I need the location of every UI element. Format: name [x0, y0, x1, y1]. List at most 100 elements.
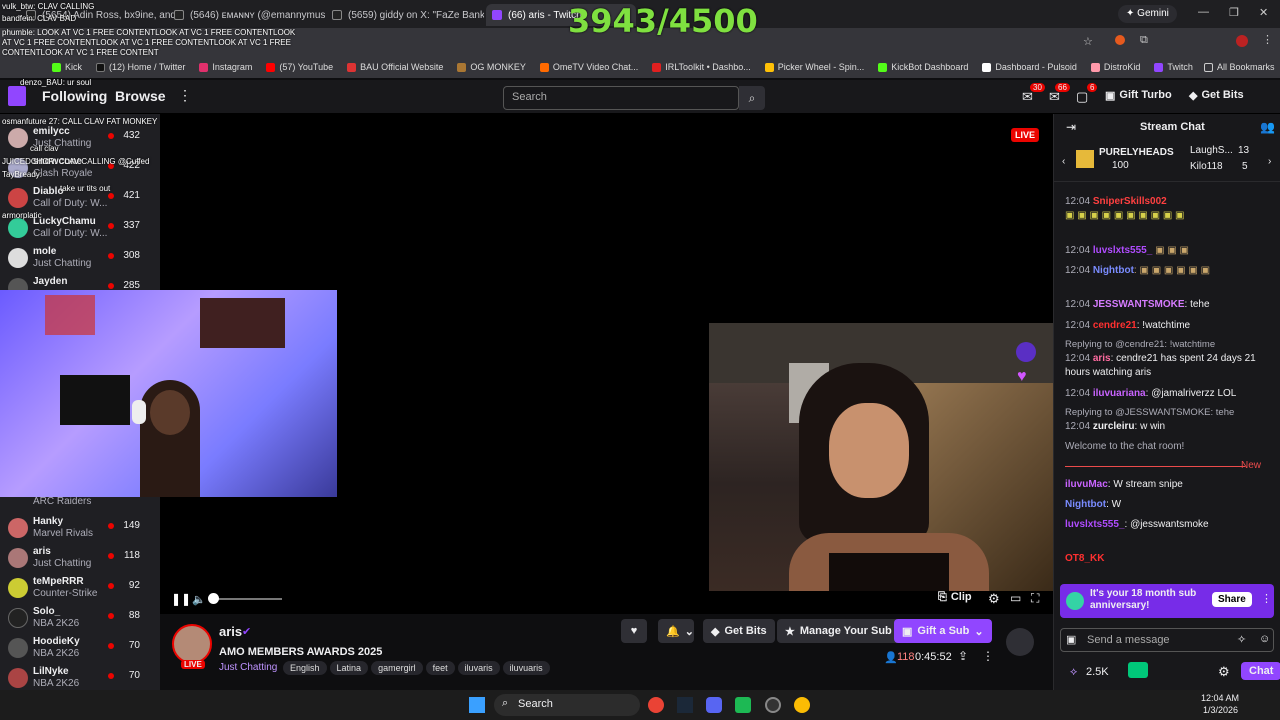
chat-settings-icon[interactable]: ⚙ [1218, 664, 1230, 680]
bookmark-kick[interactable]: Kick [52, 62, 82, 72]
browser-tab-2[interactable]: (5646) ᴇᴍᴀɴɴʏ (@emannymusic ✕ [168, 4, 326, 26]
fullscreen-icon[interactable]: ⛶ [1031, 591, 1039, 606]
chat-send-button[interactable]: Chat [1241, 662, 1280, 680]
bits-icon[interactable]: ✧ [1237, 633, 1246, 646]
message-user[interactable]: cendre21 [1093, 320, 1137, 331]
volume-icon[interactable]: 🔈 [192, 593, 206, 606]
profile-avatar[interactable] [1236, 35, 1248, 47]
bookmark-instagram[interactable]: Instagram [199, 62, 252, 72]
bookmark-pulsoid[interactable]: Dashboard - Pulsoid [982, 62, 1077, 72]
message-user[interactable]: aris [1093, 353, 1111, 364]
close-window-icon[interactable]: ✕ [1259, 6, 1268, 19]
bookmark-twitter[interactable]: (12) Home / Twitter [96, 62, 185, 72]
tag-gamergirl[interactable]: gamergirl [371, 661, 423, 675]
theatre-mode-icon[interactable]: ▭ [1010, 591, 1021, 605]
message-user[interactable]: SniperSkills002 [1093, 196, 1167, 207]
bookmark-ometv[interactable]: OmeTV Video Chat... [539, 62, 638, 72]
message-user[interactable]: JESSWANTSMOKE [1093, 299, 1185, 310]
message-user[interactable]: iluvuMac [1065, 479, 1108, 490]
windows-start-icon[interactable] [469, 697, 485, 713]
bookmark-og-monkey[interactable]: OG MONKEY [457, 62, 526, 72]
chrome-active-icon[interactable] [794, 697, 810, 713]
obs-icon[interactable] [765, 697, 781, 713]
nav-following[interactable]: Following [42, 88, 107, 104]
follow-heart-button[interactable]: ♥ [621, 619, 647, 643]
channel-points-icon[interactable]: ⟡ [1070, 666, 1077, 679]
chevron-right-icon[interactable]: › [1268, 156, 1271, 167]
chat-users-icon[interactable]: 👥 [1260, 120, 1275, 134]
extension-overlay-icon[interactable] [1016, 342, 1036, 362]
sidebar-channel[interactable]: emilycc Just Chatting 432 [0, 124, 160, 154]
sidebar-channel[interactable]: mole Just Chatting 308 [0, 244, 160, 274]
puzzle-icon[interactable]: ⧉ [1140, 34, 1148, 47]
share-icon[interactable]: ⇪ [958, 649, 968, 663]
menu-icon[interactable]: ⋮ [1262, 33, 1273, 46]
search-button[interactable]: ⌕ [739, 86, 765, 110]
notifications-bell-button[interactable]: 🔔 ⌄ [658, 619, 694, 643]
collapse-chat-icon[interactable]: ⇥ [1066, 120, 1076, 134]
sub-badge-icon[interactable] [1006, 628, 1034, 656]
twitch-logo-icon[interactable] [8, 86, 26, 106]
extension-icon[interactable] [1115, 35, 1125, 45]
claim-bonus-icon[interactable] [1128, 662, 1148, 678]
gift-turbo-button[interactable]: ▣ Gift Turbo [1105, 89, 1172, 102]
more-options-icon[interactable]: ⋮ [1261, 592, 1272, 605]
message-user[interactable]: zurcleiru [1093, 421, 1135, 432]
more-options-icon[interactable]: ⋮ [982, 649, 994, 663]
sidebar-channel[interactable]: Solo_ NBA 2K26 88 [0, 604, 160, 634]
browser-tab-3[interactable]: (5659) giddy on X: "FaZe Banks ✕ [326, 4, 484, 26]
bookmark-kickbot[interactable]: KickBot Dashboard [878, 62, 968, 72]
heart-overlay-icon[interactable]: ♥ [1017, 368, 1027, 386]
get-bits-button[interactable]: ◆ Get Bits [703, 619, 775, 643]
bookmark-twitch[interactable]: Twitch [1154, 62, 1193, 72]
bookmark-irltoolkit[interactable]: IRLToolkit • Dashbo... [652, 62, 751, 72]
clock-time[interactable]: 12:04 AM [1201, 693, 1239, 703]
steam-icon[interactable] [677, 697, 693, 713]
tag-english[interactable]: English [283, 661, 327, 675]
maximize-icon[interactable]: ❐ [1229, 6, 1239, 19]
message-user[interactable]: Nightbot [1065, 499, 1106, 510]
message-user[interactable]: OT8_KK [1065, 553, 1104, 564]
nav-browse[interactable]: Browse [115, 88, 166, 104]
tag-iluvuaris[interactable]: iluvuaris [502, 661, 550, 675]
sidebar-channel[interactable]: teMpeRRR Counter-Strike 92 [0, 574, 160, 604]
get-bits-nav-button[interactable]: ◆ Get Bits [1189, 89, 1244, 102]
search-input[interactable]: Search [503, 86, 739, 110]
streamer-name[interactable]: aris [219, 624, 242, 639]
volume-slider-handle[interactable] [208, 593, 219, 604]
share-button[interactable]: Share [1212, 592, 1252, 607]
emoji-icon[interactable]: ☺ [1259, 633, 1270, 645]
chrome-icon[interactable] [648, 697, 664, 713]
gemini-button[interactable]: ✦ Gemini [1118, 5, 1177, 23]
notifications-icon[interactable]: ▢ [1076, 89, 1088, 105]
stream-category[interactable]: Just Chatting [219, 662, 277, 673]
all-bookmarks[interactable]: All Bookmarks [1204, 62, 1275, 72]
bookmark-bau[interactable]: BAU Official Website [347, 62, 443, 72]
message-user[interactable]: iluvuariana [1093, 388, 1146, 399]
message-user[interactable]: Nightbot [1093, 265, 1134, 276]
streamer-avatar[interactable] [172, 624, 212, 664]
sidebar-channel[interactable]: Hanky Marvel Rivals 149 [0, 514, 160, 544]
tag-latina[interactable]: Latina [329, 661, 369, 675]
star-icon[interactable]: ☆ [1083, 35, 1093, 48]
gift-sub-button[interactable]: ▣ Gift a Sub ⌄ [894, 619, 992, 643]
settings-icon[interactable]: ⚙ [988, 591, 1000, 607]
taskbar-search[interactable]: ⌕ Search [494, 694, 640, 716]
minimize-icon[interactable]: — [1198, 6, 1209, 18]
clip-button[interactable]: ⎘ Clip [938, 591, 972, 604]
tag-feet[interactable]: feet [425, 661, 455, 675]
pause-icon[interactable]: ❚❚ [171, 592, 191, 606]
chevron-left-icon[interactable]: ‹ [1062, 156, 1065, 167]
volume-slider[interactable] [212, 598, 282, 600]
sidebar-channel[interactable]: aris Just Chatting 118 [0, 544, 160, 574]
app-icon[interactable] [735, 697, 751, 713]
discord-icon[interactable] [706, 697, 722, 713]
more-icon[interactable]: ⋮ [178, 87, 192, 104]
chat-input[interactable]: ▣ Send a message ✧ ☺ [1060, 628, 1274, 652]
clock-date[interactable]: 1/3/2026 [1203, 705, 1238, 715]
message-user[interactable]: luvslxts555_ [1093, 245, 1153, 256]
tag-iluvaris[interactable]: iluvaris [457, 661, 500, 675]
bookmark-youtube[interactable]: (57) YouTube [266, 62, 333, 72]
message-user[interactable]: luvslxts555_ [1065, 519, 1125, 530]
manage-sub-button[interactable]: ★ Manage Your Sub [777, 619, 900, 643]
